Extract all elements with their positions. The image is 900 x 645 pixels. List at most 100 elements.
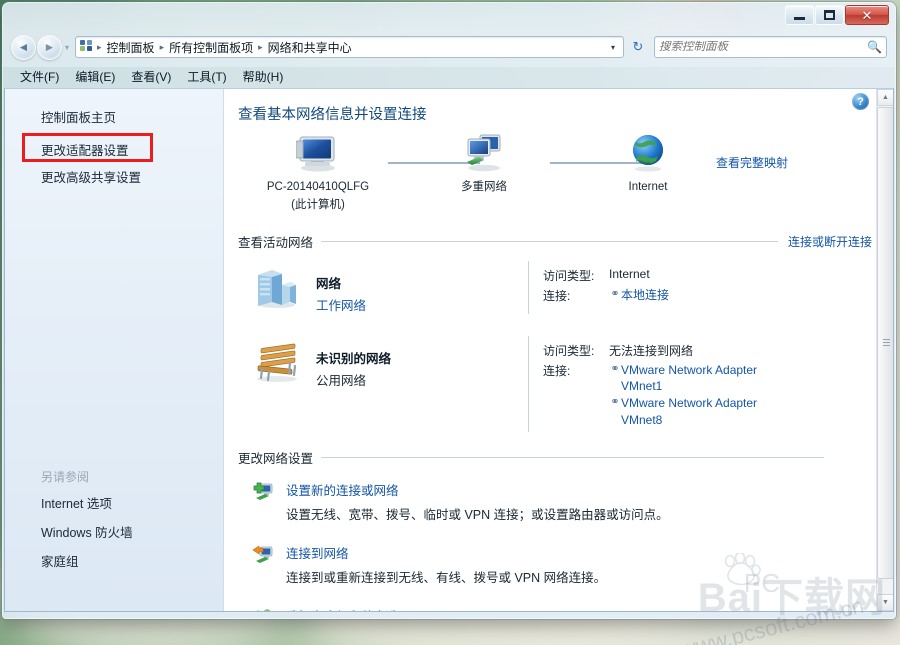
connections-list: ⚭ 本地连接 (609, 287, 669, 304)
content-inner: 查看基本网络信息并设置连接 PC-20140410QLFG (此计算机) 多重网… (224, 89, 872, 611)
search-icon: 🔍 (867, 40, 882, 54)
breadcrumb-item-control-panel[interactable]: 控制面板 (103, 38, 159, 57)
access-type-line: 访问类型: Internet (543, 267, 872, 284)
map-node-multiple-networks[interactable]: 多重网络 (414, 132, 554, 196)
close-button[interactable]: ✕ (845, 5, 889, 25)
vertical-scrollbar[interactable]: ▲ ▼ (876, 89, 893, 611)
map-node-label: PC-20140410QLFG (266, 181, 370, 193)
window-titlebar[interactable]: ✕ (3, 3, 895, 29)
network-names: 未识别的网络 公用网络 (316, 336, 528, 432)
task-link[interactable]: 设置新的连接或网络 (286, 480, 872, 499)
sidebar-item-homegroup[interactable]: 家庭组 (5, 548, 223, 577)
multiple-networks-icon (467, 134, 501, 172)
computer-icon (295, 136, 335, 172)
access-type-label: 访问类型: (543, 344, 595, 358)
network-type[interactable]: 公用网络 (316, 370, 528, 389)
task-link[interactable]: 连接到网络 (286, 543, 872, 562)
map-node-computer[interactable]: PC-20140410QLFG (此计算机) (248, 132, 388, 212)
new-connection-icon (253, 482, 273, 500)
map-node-label: Internet (628, 181, 668, 193)
control-panel-icon (80, 40, 94, 54)
change-settings-title: 更改网络设置 (238, 451, 314, 466)
active-networks-title: 查看活动网络 (238, 236, 314, 250)
content-pane: ? 查看基本网络信息并设置连接 PC-20140410QLFG (此计算机) 多… (224, 89, 893, 611)
scroll-down-button[interactable]: ▼ (877, 594, 893, 611)
access-type-value: Internet (609, 267, 650, 281)
menu-item-edit[interactable]: 编辑(E) (68, 66, 122, 87)
task-list: 设置新的连接或网络 设置无线、宽带、拨号、临时或 VPN 连接；或设置路由器或访… (238, 480, 872, 611)
search-input[interactable] (659, 41, 868, 53)
connect-or-disconnect-link[interactable]: 连接或断开连接 (778, 233, 872, 250)
task-text: 设置新的连接或网络 设置无线、宽带、拨号、临时或 VPN 连接；或设置路由器或访… (286, 480, 872, 523)
connection-item[interactable]: ⚭ VMware Network Adapter VMnet8 (609, 395, 779, 427)
paw-watermark-icon (724, 553, 761, 586)
network-type-link[interactable]: 工作网络 (316, 295, 528, 314)
sidebar-item-windows-firewall[interactable]: Windows 防火墙 (5, 519, 223, 548)
scroll-up-button[interactable]: ▲ (877, 89, 893, 106)
sidebar-item-control-panel-home[interactable]: 控制面板主页 (5, 105, 223, 132)
see-also-title: 另请参阅 (41, 470, 90, 485)
menu-item-file[interactable]: 文件(F) (13, 66, 66, 87)
active-networks-header: 查看活动网络 连接或断开连接 (238, 232, 872, 251)
task-text: 选择家庭组和共享选项 (286, 606, 872, 611)
address-dropdown-icon[interactable]: ▾ (605, 43, 621, 52)
active-network-row: 未识别的网络 公用网络 访问类型: 无法连接到网络 连接: ⚭ VMware N… (238, 336, 872, 432)
public-bench-icon-wrap (238, 336, 316, 432)
task-connect-to-network: 连接到网络 连接到或重新连接到无线、有线、拨号或 VPN 网络连接。 (252, 543, 872, 586)
connection-link[interactable]: VMware Network Adapter VMnet8 (621, 395, 779, 427)
network-plug-icon: ⚭ (610, 396, 620, 409)
refresh-icon[interactable]: ↻ (627, 36, 649, 58)
change-settings-header: 更改网络设置 (238, 448, 824, 467)
connections-line: 连接: ⚭ VMware Network Adapter VMnet1 ⚭ VM… (543, 362, 872, 429)
vertical-divider (528, 336, 529, 432)
window-controls: ✕ (785, 5, 889, 25)
chevron-down-icon[interactable]: ▾ (65, 43, 69, 52)
connect-to-network-icon-wrap (252, 543, 286, 586)
maximize-button[interactable] (815, 5, 844, 25)
section-divider (321, 456, 824, 458)
task-homegroup-sharing: 选择家庭组和共享选项 (252, 606, 872, 611)
connection-link[interactable]: VMware Network Adapter VMnet1 (621, 362, 779, 394)
connection-item[interactable]: ⚭ 本地连接 (609, 287, 669, 303)
connections-label: 连接: (543, 289, 571, 303)
public-bench-icon (257, 343, 297, 382)
breadcrumb-item-network-sharing-center[interactable]: 网络和共享中心 (264, 38, 356, 57)
menu-item-help[interactable]: 帮助(H) (236, 66, 291, 87)
active-network-row: 网络 工作网络 访问类型: Internet 连接: ⚭ 本地连接 (238, 261, 872, 314)
breadcrumb-item-all-items[interactable]: 所有控制面板项 (165, 38, 257, 57)
client-area: 控制面板主页 更改适配器设置 更改高级共享设置 另请参阅 Internet 选项… (4, 88, 894, 612)
network-name: 未识别的网络 (316, 352, 392, 366)
search-box[interactable]: 🔍 (654, 36, 887, 58)
task-text: 连接到网络 连接到或重新连接到无线、有线、拨号或 VPN 网络连接。 (286, 543, 872, 586)
sidebar-item-change-adapter-settings[interactable]: 更改适配器设置 (5, 138, 223, 165)
sidebar-item-internet-options[interactable]: Internet 选项 (5, 490, 223, 519)
sidebar-item-change-advanced-sharing-settings[interactable]: 更改高级共享设置 (5, 165, 223, 192)
scrollbar-grip (883, 339, 890, 347)
menu-item-view[interactable]: 查看(V) (124, 66, 178, 87)
vertical-divider (528, 261, 529, 314)
section-divider (321, 241, 778, 242)
forward-icon[interactable]: ► (37, 34, 62, 60)
connection-link[interactable]: 本地连接 (621, 287, 669, 303)
task-link[interactable]: 选择家庭组和共享选项 (286, 606, 872, 611)
access-type-label: 访问类型: (543, 269, 595, 283)
menu-item-tools[interactable]: 工具(T) (180, 66, 233, 87)
page-title: 查看基本网络信息并设置连接 (238, 107, 427, 123)
network-building-icon-wrap (238, 261, 316, 314)
network-map: PC-20140410QLFG (此计算机) 多重网络 Internet 查看完… (238, 132, 872, 224)
network-name: 网络 (316, 277, 342, 291)
map-node-internet[interactable]: Internet (578, 132, 718, 196)
task-description: 设置无线、宽带、拨号、临时或 VPN 连接；或设置路由器或访问点。 (286, 507, 669, 522)
breadcrumb: ▸ 控制面板 ▸ 所有控制面板项 ▸ 网络和共享中心 (96, 38, 356, 57)
scrollbar-thumb[interactable] (877, 107, 893, 579)
view-full-map-link[interactable]: 查看完整映射 (716, 154, 788, 171)
network-names: 网络 工作网络 (316, 261, 528, 314)
connections-list: ⚭ VMware Network Adapter VMnet1 ⚭ VMware… (609, 362, 779, 429)
map-node-label: 多重网络 (461, 181, 507, 193)
network-plug-icon: ⚭ (610, 288, 620, 300)
address-breadcrumb-bar[interactable]: ▸ 控制面板 ▸ 所有控制面板项 ▸ 网络和共享中心 ▾ (75, 36, 624, 58)
back-icon[interactable]: ◄ (11, 34, 36, 60)
task-setup-new-connection: 设置新的连接或网络 设置无线、宽带、拨号、临时或 VPN 连接；或设置路由器或访… (252, 480, 872, 523)
connection-item[interactable]: ⚭ VMware Network Adapter VMnet1 (609, 362, 779, 394)
minimize-button[interactable] (785, 5, 814, 25)
